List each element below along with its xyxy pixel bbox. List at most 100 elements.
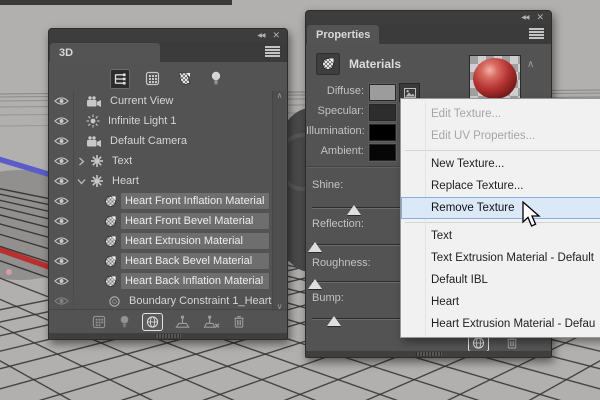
panel-menu-icon[interactable]: [529, 28, 544, 39]
section-title: Materials: [349, 57, 402, 71]
3d-scene-tree: Current View Infinite Light 1 Default Came…: [49, 91, 273, 311]
close-panel-icon[interactable]: ✕: [536, 13, 544, 22]
trash-icon[interactable]: [233, 315, 245, 328]
visibility-eye-icon[interactable]: [49, 131, 74, 151]
preview-collapse-icon[interactable]: ∧: [527, 59, 534, 70]
specular-color-swatch[interactable]: [369, 104, 396, 121]
material-preview-thumbnail[interactable]: [469, 55, 521, 101]
3d-row-default-camera[interactable]: Default Camera: [49, 131, 273, 151]
bump-label: Bump:: [312, 292, 344, 304]
row-label: Heart Back Inflation Material: [121, 273, 269, 289]
visibility-eye-icon[interactable]: [49, 291, 74, 311]
row-label: Heart Back Bevel Material: [121, 253, 269, 269]
menu-separator: [405, 222, 600, 223]
texture-context-menu: Edit Texture... Edit UV Properties... New …: [400, 98, 600, 338]
row-label: Heart Front Bevel Material: [121, 213, 269, 229]
materials-section-header: Materials: [316, 53, 401, 75]
row-label: Heart Front Inflation Material: [121, 193, 269, 209]
roughness-label: Roughness:: [312, 257, 371, 269]
slider-thumb[interactable]: [347, 205, 362, 215]
materials-icon: [316, 53, 340, 75]
tab-3d[interactable]: 3D: [50, 43, 160, 62]
3d-panel-titlebar: ◀◀ ✕: [49, 29, 287, 42]
chevron-right-icon[interactable]: [76, 157, 86, 166]
globe-icon[interactable]: [142, 313, 162, 330]
light-bulb-icon[interactable]: [119, 315, 130, 329]
ground-pin-delete-icon[interactable]: [203, 314, 220, 329]
collapse-panel-icon[interactable]: ◀◀: [257, 33, 265, 39]
mouse-cursor: [522, 201, 541, 227]
panel-resize-grip[interactable]: [49, 333, 287, 339]
menu-item-new-texture[interactable]: New Texture...: [401, 153, 600, 175]
slider-thumb[interactable]: [326, 316, 341, 326]
row-label: Current View: [110, 95, 174, 107]
illumination-color-swatch[interactable]: [369, 124, 396, 141]
row-label: Heart Extrusion Material: [121, 233, 269, 249]
3d-row-heart-front-inflation-material[interactable]: Heart Front Inflation Material: [49, 191, 273, 211]
ground-pin-icon[interactable]: [174, 314, 190, 329]
menu-item-heart[interactable]: Heart: [401, 291, 600, 313]
ambient-color-swatch[interactable]: [369, 144, 396, 161]
materials-filter-icon[interactable]: [174, 69, 194, 89]
scene-filter-icon[interactable]: [110, 68, 130, 89]
chevron-down-icon[interactable]: [76, 178, 86, 185]
ambient-label: Ambient:: [320, 145, 364, 157]
3d-row-heart-extrusion-material[interactable]: Heart Extrusion Material: [49, 231, 273, 251]
visibility-eye-icon[interactable]: [49, 251, 74, 271]
menu-item-text-extrusion-material-default[interactable]: Text Extrusion Material - Default: [401, 247, 600, 269]
visibility-eye-icon[interactable]: [49, 171, 74, 191]
3d-row-heart[interactable]: Heart: [49, 171, 273, 191]
3d-row-heart-back-inflation-material[interactable]: Heart Back Inflation Material: [49, 271, 273, 291]
3d-row-boundary-constraint-1-heart[interactable]: Boundary Constraint 1_Heart: [49, 291, 273, 311]
material-preview-sphere: [473, 58, 517, 99]
meshes-filter-icon[interactable]: [142, 69, 162, 89]
tab-properties[interactable]: Properties: [307, 25, 380, 44]
menu-item-edit-uv-properties: Edit UV Properties...: [431, 130, 536, 142]
row-label: Boundary Constraint 1_Heart: [129, 295, 272, 307]
panel-menu-icon[interactable]: [265, 46, 280, 57]
close-panel-icon[interactable]: ✕: [272, 31, 280, 40]
mesh-grid-icon[interactable]: [92, 315, 106, 329]
reflection-label: Reflection:: [312, 218, 364, 230]
visibility-eye-icon[interactable]: [49, 191, 74, 211]
3d-panel-tabbar: 3D: [49, 42, 287, 62]
diffuse-label: Diffuse:: [326, 85, 364, 97]
row-label: Text: [112, 155, 133, 167]
slider-thumb[interactable]: [308, 279, 323, 289]
3d-row-heart-front-bevel-material[interactable]: Heart Front Bevel Material: [49, 211, 273, 231]
collapse-panel-icon[interactable]: ◀◀: [521, 15, 529, 21]
properties-tabbar: Properties: [306, 24, 551, 44]
light-icon: [86, 114, 100, 128]
menu-item-replace-texture[interactable]: Replace Texture...: [401, 175, 600, 197]
mesh-icon: [90, 154, 104, 168]
menu-separator: [405, 150, 600, 151]
visibility-eye-icon[interactable]: [49, 91, 74, 111]
menu-item-default-ibl[interactable]: Default IBL: [401, 269, 600, 291]
scroll-up-icon[interactable]: ∧: [277, 91, 283, 100]
3d-panel-toolbar: [49, 309, 287, 333]
3d-row-heart-back-bevel-material[interactable]: Heart Back Bevel Material: [49, 251, 273, 271]
menu-item-heart-extrusion-material-defau[interactable]: Heart Extrusion Material - Defau: [401, 313, 600, 335]
menu-item-text[interactable]: Text: [401, 225, 600, 247]
properties-titlebar: ◀◀ ✕: [306, 11, 551, 24]
material-icon: [104, 215, 117, 228]
3d-row-text[interactable]: Text: [49, 151, 273, 171]
menu-item-remove-texture[interactable]: Remove Texture: [401, 197, 600, 219]
diffuse-color-swatch[interactable]: [369, 84, 396, 101]
specular-label: Specular:: [317, 105, 364, 117]
slider-thumb[interactable]: [308, 242, 323, 252]
visibility-eye-icon[interactable]: [49, 151, 74, 171]
material-icon: [104, 235, 117, 248]
3d-row-infinite-light-1[interactable]: Infinite Light 1: [49, 111, 273, 131]
visibility-eye-icon[interactable]: [49, 111, 74, 131]
row-label: Infinite Light 1: [108, 115, 177, 127]
illumination-label: Illumination:: [306, 125, 365, 137]
visibility-eye-icon[interactable]: [49, 271, 74, 291]
3d-row-current-view[interactable]: Current View: [49, 91, 273, 111]
visibility-eye-icon[interactable]: [49, 231, 74, 251]
visibility-eye-icon[interactable]: [49, 211, 74, 231]
material-icon: [104, 255, 117, 268]
scrollbar[interactable]: ∧ ∨: [272, 91, 286, 311]
panel-resize-grip[interactable]: [306, 351, 551, 357]
lights-filter-icon[interactable]: [206, 69, 226, 89]
